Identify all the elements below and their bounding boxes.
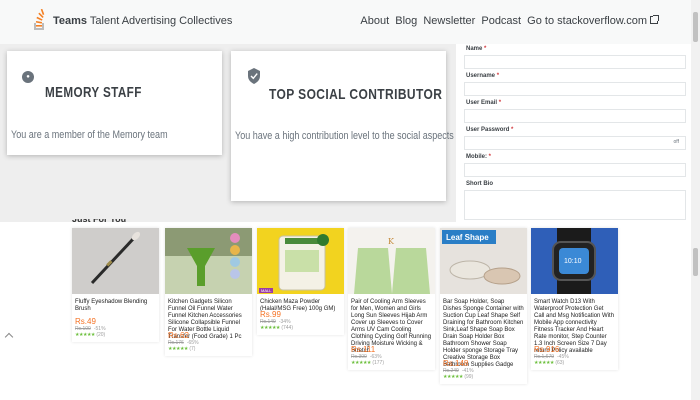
product-name: Kitchen Gadgets Silicon Funnel Oil Funne… [168,299,242,340]
star-rating-icon: ★★★★★ [351,360,371,366]
star-rating-icon: ★★★★★ [534,360,554,366]
top-header: Teams Talent Advertising Collectives Abo… [0,0,700,44]
svg-text:Leaf Shape: Leaf Shape [446,233,489,242]
product-rating: ★★★★★ (177) [351,360,384,366]
bio-label: Short Bio [466,181,493,187]
mall-tag: MALL [259,288,274,293]
badge-title: MEMORY STAFF [45,84,142,101]
mobile-field[interactable] [464,163,686,177]
star-rating-icon: ★★★★★ [75,332,95,338]
password-field[interactable]: off [464,136,686,150]
inner-scrollbar-thumb[interactable] [693,248,698,276]
nav-newsletter[interactable]: Newsletter [423,15,475,27]
badge-person-icon: ● [22,71,34,83]
product-card[interactable]: MALL Chicken Maza Powder (Halal/MSG Free… [257,228,344,335]
bio-field[interactable] [464,190,686,220]
name-field[interactable] [464,55,686,69]
product-rating: ★★★★★ (7) [168,346,196,352]
teams-link[interactable]: Teams [53,15,87,27]
product-card[interactable]: Fluffy Eyeshadow Blending Brush Rs.49 Rs… [72,228,159,342]
product-image: MALL [257,228,344,294]
product-name: Chicken Maza Powder (Halal/MSG Free) 100… [260,299,336,312]
product-rating: ★★★★★ (99) [443,374,474,380]
product-image: K [348,228,435,294]
nav-stackoverflow[interactable]: Go to stackoverflow.com [527,15,647,27]
stackoverflow-logo-icon[interactable] [33,9,45,33]
badge-card-top-social-contributor: TOP SOCIAL CONTRIBUTOR You have a high c… [231,51,454,201]
password-label: User Password * [466,127,514,133]
top-nav: About Blog Newsletter Podcast Go to stac… [357,15,659,27]
name-label: Name * [466,46,487,52]
username-field[interactable] [464,82,686,96]
badge-card-memory-staff: ● MEMORY STAFF You are a member of the M… [7,51,222,155]
product-card[interactable]: Leaf Shape Bar Soap Holder, Soap Dishes … [440,228,527,384]
password-toggle-icon[interactable]: off [674,139,679,145]
product-card[interactable]: K Pair of Cooling Arm Sleeves for Men, W… [348,228,435,370]
star-rating-icon: ★★★★★ [443,374,463,380]
product-image [72,228,159,294]
badge-description: You have a high contribution level to th… [235,130,454,142]
product-rating: ★★★★★ (20) [75,332,106,338]
brand-nav: Teams Talent Advertising Collectives [53,15,232,27]
product-card[interactable]: 10:10 Smart Watch D13 With Waterproof Pr… [531,228,618,370]
product-name: Bar Soap Holder, Soap Dishes Sponge Cont… [443,299,524,368]
product-name: Pair of Cooling Arm Sleeves for Men, Wom… [351,299,432,354]
mobile-label: Mobile: * [466,154,492,160]
email-label: User Email * [466,100,502,106]
nav-podcast[interactable]: Podcast [481,15,521,27]
badge-description: You are a member of the Memory team [11,129,168,141]
badge-title: TOP SOCIAL CONTRIBUTOR [269,86,443,103]
product-rating: ★★★★★ (63) [534,360,565,366]
svg-text:10:10: 10:10 [564,258,582,265]
email-field[interactable] [464,109,686,123]
username-label: Username * [466,73,500,79]
svg-text:K: K [388,237,395,246]
product-image: 10:10 [531,228,618,294]
scrollbar-thumb[interactable] [693,12,698,42]
nav-about[interactable]: About [360,15,389,27]
product-rating: ★★★★★ (744) [260,325,293,331]
external-link-icon [650,15,659,24]
product-card[interactable]: Kitchen Gadgets Silicon Funnel Oil Funne… [165,228,252,356]
brand-links[interactable]: Talent Advertising Collectives [90,15,232,27]
product-image: Leaf Shape [440,228,527,294]
profile-form: Name * Username * User Email * User Pass… [456,44,691,222]
product-name: Smart Watch D13 With Waterproof Protecti… [534,299,615,354]
product-price: Rs.49 [75,317,96,326]
star-rating-icon: ★★★★★ [168,346,188,352]
star-rating-icon: ★★★★★ [260,325,280,331]
nav-blog[interactable]: Blog [395,15,417,27]
checkmark-shield-icon [248,68,260,84]
product-image [165,228,252,294]
chevron-up-icon[interactable] [4,332,14,342]
scrollbar-track[interactable] [691,0,700,400]
product-name: Fluffy Eyeshadow Blending Brush [75,299,148,312]
